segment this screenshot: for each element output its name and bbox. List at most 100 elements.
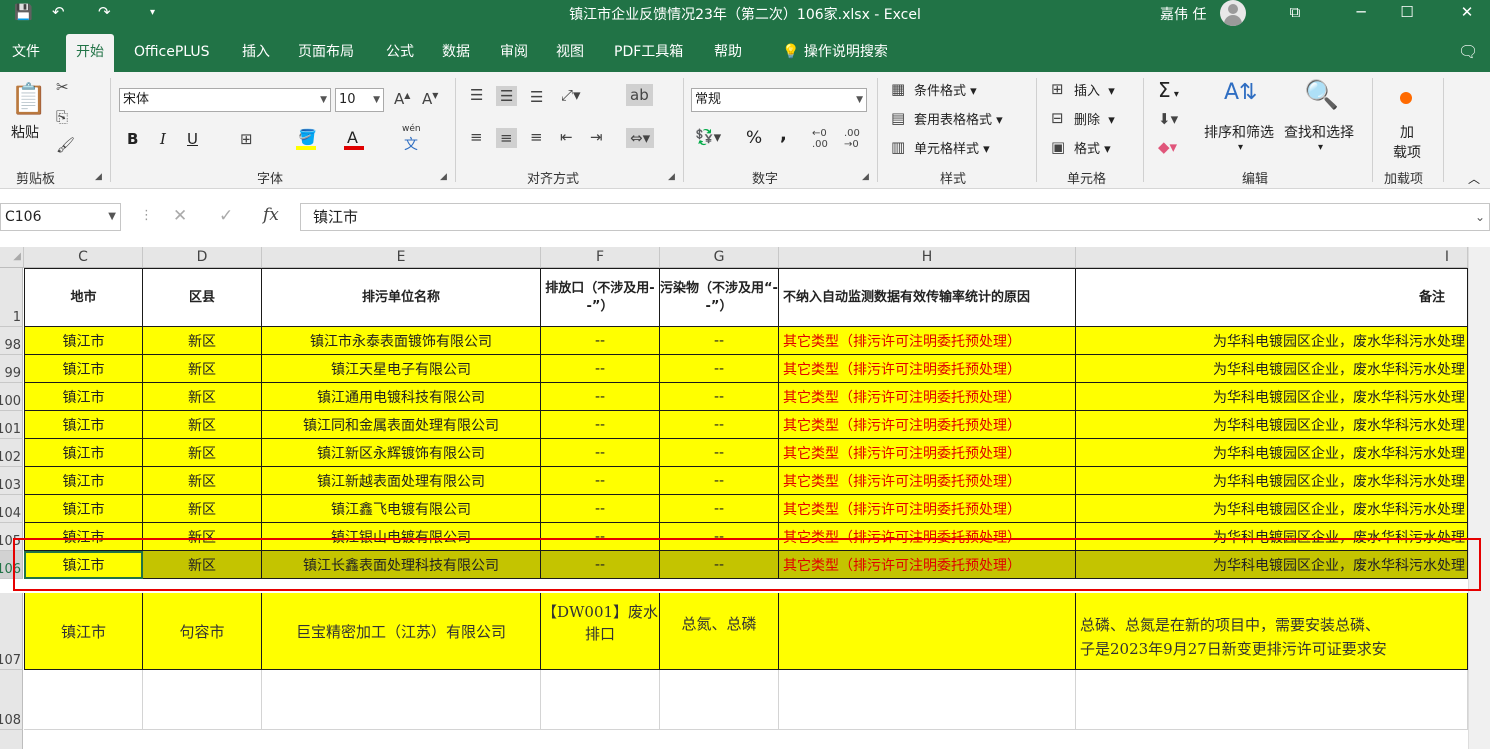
cell-company[interactable]: 镇江市永泰表面镀饰有限公司 bbox=[262, 327, 541, 355]
cell-note[interactable]: 为华科电镀园区企业，废水华科污水处理 bbox=[1076, 523, 1468, 551]
column-header-i[interactable]: I bbox=[1076, 247, 1468, 268]
borders-icon[interactable]: ⊞ bbox=[240, 130, 253, 148]
select-all-corner[interactable]: ◢ bbox=[0, 247, 24, 268]
cell-note[interactable]: 总磷、总氮是在新的项目中，需要安装总磷、 子是2023年9月27日新变更排污许可… bbox=[1076, 593, 1468, 670]
format-cells-icon[interactable]: ▣ bbox=[1051, 138, 1065, 156]
cell-company[interactable]: 巨宝精密加工（江苏）有限公司 bbox=[262, 593, 541, 670]
clear-icon[interactable]: ◆▾ bbox=[1158, 138, 1177, 156]
cell-reason[interactable]: 其它类型（排污许可注明委托预处理） bbox=[779, 551, 1076, 579]
cell-district[interactable]: 新区 bbox=[143, 355, 262, 383]
merge-center-icon[interactable]: ⇔▾ bbox=[626, 128, 655, 148]
cell-company[interactable]: 镇江天星电子有限公司 bbox=[262, 355, 541, 383]
cell-company[interactable]: 镇江同和金属表面处理有限公司 bbox=[262, 411, 541, 439]
empty-cell[interactable] bbox=[24, 670, 143, 730]
minimize-button[interactable]: ─ bbox=[1338, 0, 1384, 26]
row-header[interactable]: 108 bbox=[0, 670, 23, 730]
cell-outlet[interactable]: -- bbox=[541, 467, 660, 495]
cell-outlet[interactable]: -- bbox=[541, 411, 660, 439]
column-header-d[interactable]: D bbox=[143, 247, 262, 268]
cell-city[interactable]: 镇江市 bbox=[24, 495, 143, 523]
name-box[interactable]: C106 ▼ bbox=[0, 203, 121, 231]
empty-cell[interactable] bbox=[541, 670, 660, 730]
maximize-button[interactable]: ☐ bbox=[1384, 0, 1430, 26]
row-header[interactable]: 100 bbox=[0, 383, 23, 411]
cell-outlet[interactable]: -- bbox=[541, 439, 660, 467]
cell-company[interactable]: 镇江鑫飞电镀有限公司 bbox=[262, 495, 541, 523]
header-cell-reason[interactable]: 不纳入自动监测数据有效传输率统计的原因 bbox=[779, 268, 1076, 327]
cell-city[interactable]: 镇江市 bbox=[24, 467, 143, 495]
row-header[interactable] bbox=[0, 730, 23, 749]
cell-outlet[interactable]: 【DW001】废水排口 bbox=[541, 593, 660, 670]
paste-icon[interactable]: 📋 bbox=[10, 82, 47, 117]
cell-reason[interactable] bbox=[779, 593, 1076, 670]
empty-cell[interactable] bbox=[1076, 670, 1468, 730]
vertical-scrollbar[interactable] bbox=[1468, 247, 1490, 749]
cell-note[interactable]: 为华科电镀园区企业，废水华科污水处理 bbox=[1076, 327, 1468, 355]
row-header[interactable]: 102 bbox=[0, 439, 23, 467]
tab-review[interactable]: 审阅 bbox=[490, 26, 538, 72]
sort-filter-icon[interactable]: A⇅ bbox=[1224, 80, 1257, 105]
tab-formulas[interactable]: 公式 bbox=[376, 26, 424, 72]
decrease-decimal-icon[interactable]: .00 →0 bbox=[844, 128, 860, 150]
cell-reason[interactable]: 其它类型（排污许可注明委托预处理） bbox=[779, 439, 1076, 467]
cell-company[interactable]: 镇江银山电镀有限公司 bbox=[262, 523, 541, 551]
decrease-indent-icon[interactable]: ⇤ bbox=[560, 128, 573, 146]
alignment-launcher-icon[interactable]: ◢ bbox=[668, 172, 675, 182]
align-right-icon[interactable]: ≡ bbox=[530, 128, 543, 146]
cell-company[interactable]: 镇江新越表面处理有限公司 bbox=[262, 467, 541, 495]
enter-icon[interactable]: ✓ bbox=[219, 206, 233, 226]
cell-note[interactable]: 为华科电镀园区企业，废水华科污水处理 bbox=[1076, 551, 1468, 579]
cell-district[interactable]: 新区 bbox=[143, 495, 262, 523]
row-header[interactable]: 103 bbox=[0, 467, 23, 495]
cell-pollutant[interactable]: -- bbox=[660, 383, 779, 411]
comments-icon[interactable]: 🗨 bbox=[1448, 26, 1488, 72]
cell-pollutant[interactable]: -- bbox=[660, 411, 779, 439]
decrease-font-icon[interactable]: A▼ bbox=[422, 90, 438, 108]
header-cell-outlet[interactable]: 排放口（不涉及用--”） bbox=[541, 268, 660, 327]
autosum-icon[interactable]: Σ ▾ bbox=[1158, 78, 1179, 102]
header-cell-pollutant[interactable]: 污染物（不涉及用“--”） bbox=[660, 268, 779, 327]
insert-cells-icon[interactable]: ⊞ bbox=[1051, 80, 1064, 98]
cell-outlet[interactable]: -- bbox=[541, 551, 660, 579]
tab-view[interactable]: 视图 bbox=[546, 26, 594, 72]
tab-insert[interactable]: 插入 bbox=[232, 26, 280, 72]
row-header[interactable]: 101 bbox=[0, 411, 23, 439]
cell-district[interactable]: 新区 bbox=[143, 327, 262, 355]
column-header-g[interactable]: G bbox=[660, 247, 779, 268]
cell-note[interactable]: 为华科电镀园区企业，废水华科污水处理 bbox=[1076, 355, 1468, 383]
tab-help[interactable]: 帮助 bbox=[704, 26, 752, 72]
paste-button[interactable]: 粘贴 bbox=[11, 122, 39, 142]
cell-district[interactable]: 新区 bbox=[143, 383, 262, 411]
cell-reason[interactable]: 其它类型（排污许可注明委托预处理） bbox=[779, 467, 1076, 495]
sort-filter-button[interactable]: 排序和筛选 bbox=[1204, 122, 1274, 142]
increase-font-icon[interactable]: A▲ bbox=[394, 90, 410, 108]
align-middle-icon[interactable]: ☰ bbox=[496, 86, 518, 106]
fill-color-icon[interactable]: 🪣 bbox=[298, 128, 317, 146]
increase-indent-icon[interactable]: ⇥ bbox=[590, 128, 603, 146]
font-launcher-icon[interactable]: ◢ bbox=[440, 172, 447, 182]
clipboard-launcher-icon[interactable]: ◢ bbox=[95, 172, 102, 182]
empty-cell[interactable] bbox=[262, 670, 541, 730]
worksheet-grid[interactable]: ◢ C D E F G H I 1 地市 区县 排污单位名称 排放口（不涉及用-… bbox=[0, 247, 1468, 749]
cell-city[interactable]: 镇江市 bbox=[24, 327, 143, 355]
cell-note[interactable]: 为华科电镀园区企业，废水华科污水处理 bbox=[1076, 495, 1468, 523]
tab-file[interactable]: 文件 bbox=[2, 26, 50, 72]
cell-city[interactable]: 镇江市 bbox=[24, 355, 143, 383]
cell-note[interactable]: 为华科电镀园区企业，废水华科污水处理 bbox=[1076, 467, 1468, 495]
align-center-icon[interactable]: ≡ bbox=[496, 128, 517, 148]
cell-reason[interactable]: 其它类型（排污许可注明委托预处理） bbox=[779, 383, 1076, 411]
cell-company[interactable]: 镇江新区永辉镀饰有限公司 bbox=[262, 439, 541, 467]
cell-pollutant[interactable]: -- bbox=[660, 495, 779, 523]
percent-button[interactable]: % bbox=[746, 128, 762, 148]
ribbon-display-options-icon[interactable]: ⧉ bbox=[1272, 0, 1318, 26]
empty-cell[interactable] bbox=[143, 670, 262, 730]
addins-button-line1[interactable]: 加 bbox=[1400, 122, 1414, 142]
increase-decimal-icon[interactable]: ←0.00 bbox=[812, 128, 828, 150]
tell-me-search[interactable]: 💡 操作说明搜索 bbox=[772, 26, 898, 72]
cell-district[interactable]: 新区 bbox=[143, 439, 262, 467]
conditional-formatting-icon[interactable]: ▦ bbox=[891, 80, 905, 98]
insert-function-icon[interactable]: fx bbox=[263, 205, 279, 225]
row-header[interactable]: 107 bbox=[0, 593, 23, 670]
cell-reason[interactable]: 其它类型（排污许可注明委托预处理） bbox=[779, 355, 1076, 383]
row-header[interactable]: 98 bbox=[0, 327, 23, 355]
